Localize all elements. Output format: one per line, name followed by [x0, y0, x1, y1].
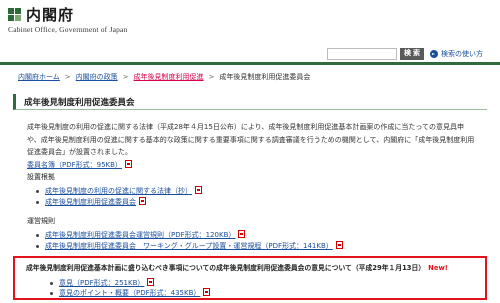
list-item: 成年後見制度の利用の促進に関する法律（抄） [36, 186, 202, 197]
breadcrumb: 内閣府ホーム > 内閣府の政策 > 成年後見制度利用促進 > 成年後見制度利用促… [18, 72, 310, 82]
opinion-heading: 成年後見制度利用促進基本計画に盛り込むべき事項についての成年後見制度利用促進委員… [26, 262, 448, 272]
site-header: 内閣府 Cabinet Office, Government of Japan … [0, 0, 500, 60]
pdf-icon [147, 278, 155, 286]
pdf-icon [124, 160, 132, 168]
pdf-icon [203, 288, 211, 296]
pdf-icon [335, 240, 343, 249]
page-title: 成年後見制度利用促進委員会 [24, 98, 135, 108]
logo-subtitle: Cabinet Office, Government of Japan [8, 25, 128, 34]
breadcrumb-separator-icon: > [122, 73, 129, 81]
search-input[interactable] [327, 48, 397, 60]
search-help-label: 検索の使い方 [441, 50, 483, 58]
breadcrumb-guardianship[interactable]: 成年後見制度利用促進 [134, 72, 204, 82]
search-button[interactable]: 検 索 [400, 48, 424, 60]
member-list-row: 委員名簿（PDF形式：95KB） [27, 160, 132, 170]
opinion-highlight-box: 成年後見制度利用促進基本計画に盛り込むべき事項についての成年後見制度利用促進委員… [13, 256, 487, 300]
working-group-rules-link[interactable]: 成年後見制度利用促進委員会 ワーキング・グループ設置・運営規程（PDF形式：14… [45, 242, 333, 250]
list-item: 意見のポイント・概要（PDF形式：435KB） [49, 288, 211, 298]
pdf-icon [139, 196, 146, 205]
logo-title: 内閣府 [26, 6, 75, 24]
header-divider [0, 62, 500, 65]
setup-basis-heading: 設置根拠 [27, 173, 55, 181]
pdf-icon [195, 186, 202, 194]
page-title-bar: 成年後見制度利用促進委員会 [13, 94, 487, 110]
operation-rules-heading: 運営規則 [27, 217, 55, 225]
opinion-list: 意見（PDF形式：251KB） 意見のポイント・概要（PDF形式：435KB） [49, 278, 211, 298]
breadcrumb-home[interactable]: 内閣府ホーム [18, 72, 60, 82]
search-help-link[interactable]: 検索の使い方 [430, 48, 483, 60]
new-badge: New! [428, 264, 448, 272]
intro-paragraph: 成年後見制度の利用の促進に関する法律（平成28年４月15日公布）により、成年後見… [27, 123, 475, 156]
operation-rules-list: 成年後見制度利用促進委員会運営規則（PDF形式：120KB） 成年後見制度利用促… [36, 230, 343, 252]
opinion-heading-text: 成年後見制度利用促進基本計画に盛り込むべき事項についての成年後見制度利用促進委員… [26, 264, 426, 272]
opinion-pdf-link[interactable]: 意見（PDF形式：251KB） [59, 279, 144, 287]
breadcrumb-policy[interactable]: 内閣府の政策 [76, 72, 118, 82]
opinion-summary-pdf-link[interactable]: 意見のポイント・概要（PDF形式：435KB） [59, 289, 200, 297]
operation-rules-link[interactable]: 成年後見制度利用促進委員会運営規則（PDF形式：120KB） [45, 231, 235, 239]
setup-basis-link-law[interactable]: 成年後見制度の利用の促進に関する法律（抄） [45, 187, 192, 195]
list-item: 成年後見制度利用促進委員会運営規則（PDF形式：120KB） [36, 230, 343, 241]
breadcrumb-separator-icon: > [64, 73, 71, 81]
breadcrumb-separator-icon: > [208, 73, 215, 81]
member-list-link[interactable]: 委員名簿（PDF形式：95KB） [27, 161, 122, 169]
list-item: 成年後見制度利用促進委員会 ワーキング・グループ設置・運営規程（PDF形式：14… [36, 240, 343, 252]
setup-basis-link-committee[interactable]: 成年後見制度利用促進委員会 [45, 198, 136, 206]
pdf-icon [238, 230, 246, 238]
list-item: 意見（PDF形式：251KB） [49, 278, 210, 288]
list-item: 成年後見制度利用促進委員会 [36, 196, 202, 208]
setup-basis-list: 成年後見制度の利用の促進に関する法律（抄） 成年後見制度利用促進委員会 [36, 186, 202, 208]
breadcrumb-current: 成年後見制度利用促進委員会 [219, 73, 311, 81]
arrow-circle-icon [430, 50, 438, 58]
cabinet-office-emblem-icon [8, 8, 22, 22]
